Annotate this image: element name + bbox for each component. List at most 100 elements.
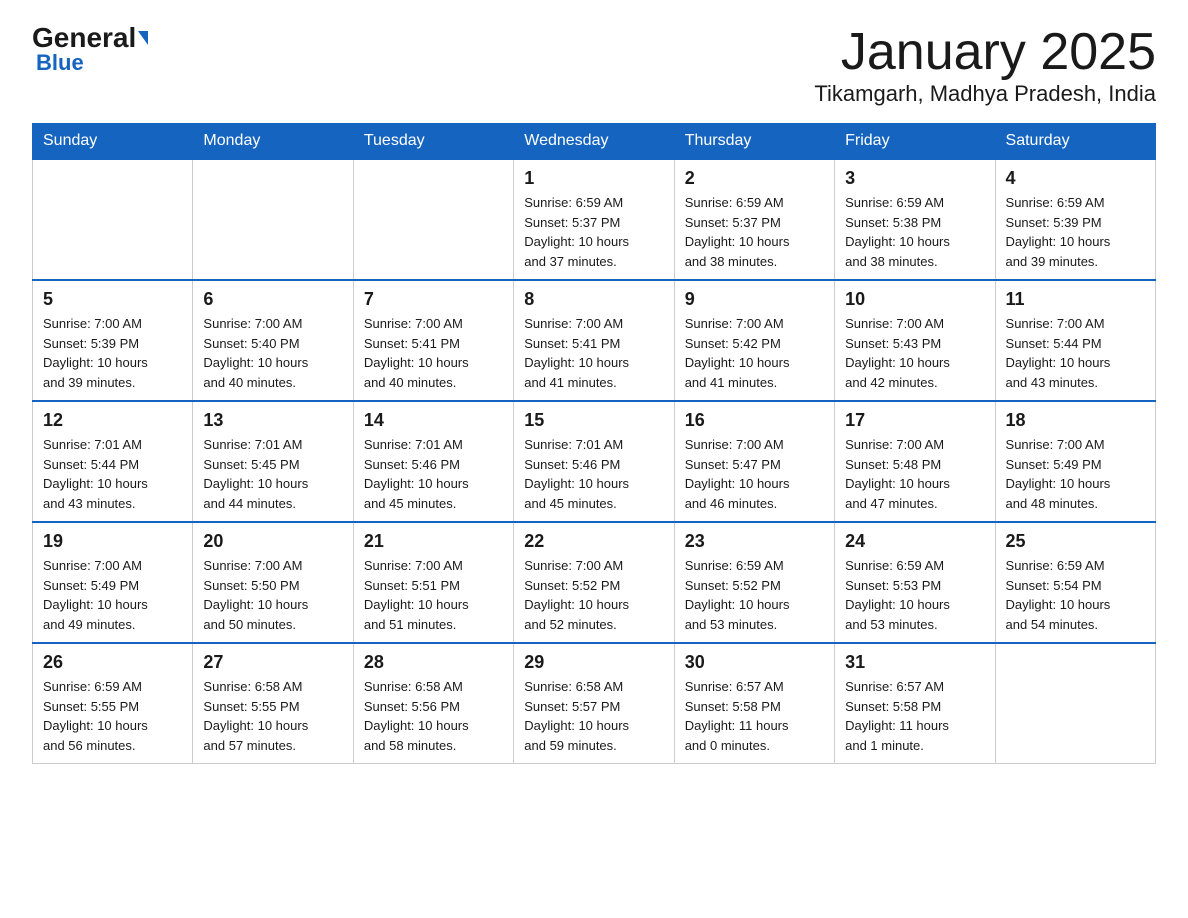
table-row [193, 159, 353, 280]
day-number: 25 [1006, 531, 1145, 552]
calendar-subtitle: Tikamgarh, Madhya Pradesh, India [814, 81, 1156, 107]
day-number: 6 [203, 289, 342, 310]
day-number: 19 [43, 531, 182, 552]
day-info: Sunrise: 6:59 AM Sunset: 5:37 PM Dayligh… [524, 193, 663, 271]
calendar-week-row: 26 Sunrise: 6:59 AM Sunset: 5:55 PM Dayli… [33, 643, 1156, 764]
table-row: 5 Sunrise: 7:00 AM Sunset: 5:39 PM Daylig… [33, 280, 193, 401]
day-number: 10 [845, 289, 984, 310]
day-number: 12 [43, 410, 182, 431]
day-number: 15 [524, 410, 663, 431]
day-info: Sunrise: 6:59 AM Sunset: 5:54 PM Dayligh… [1006, 556, 1145, 634]
day-number: 11 [1006, 289, 1145, 310]
table-row [33, 159, 193, 280]
day-info: Sunrise: 6:58 AM Sunset: 5:55 PM Dayligh… [203, 677, 342, 755]
table-row: 3 Sunrise: 6:59 AM Sunset: 5:38 PM Daylig… [835, 159, 995, 280]
day-number: 5 [43, 289, 182, 310]
day-number: 31 [845, 652, 984, 673]
header-saturday: Saturday [995, 124, 1155, 160]
day-info: Sunrise: 7:00 AM Sunset: 5:39 PM Dayligh… [43, 314, 182, 392]
header-sunday: Sunday [33, 124, 193, 160]
day-number: 26 [43, 652, 182, 673]
page-header: General Blue January 2025 Tikamgarh, Mad… [32, 24, 1156, 107]
logo-blue-text: Blue [36, 50, 84, 76]
day-info: Sunrise: 7:00 AM Sunset: 5:51 PM Dayligh… [364, 556, 503, 634]
header-tuesday: Tuesday [353, 124, 513, 160]
table-row: 1 Sunrise: 6:59 AM Sunset: 5:37 PM Daylig… [514, 159, 674, 280]
calendar-header-row: Sunday Monday Tuesday Wednesday Thursday… [33, 124, 1156, 160]
calendar-week-row: 12 Sunrise: 7:01 AM Sunset: 5:44 PM Dayli… [33, 401, 1156, 522]
day-info: Sunrise: 7:00 AM Sunset: 5:50 PM Dayligh… [203, 556, 342, 634]
table-row: 20 Sunrise: 7:00 AM Sunset: 5:50 PM Dayli… [193, 522, 353, 643]
calendar-title: January 2025 [814, 24, 1156, 81]
day-number: 2 [685, 168, 824, 189]
day-info: Sunrise: 7:00 AM Sunset: 5:49 PM Dayligh… [43, 556, 182, 634]
table-row: 21 Sunrise: 7:00 AM Sunset: 5:51 PM Dayli… [353, 522, 513, 643]
day-info: Sunrise: 7:01 AM Sunset: 5:46 PM Dayligh… [364, 435, 503, 513]
day-number: 23 [685, 531, 824, 552]
day-info: Sunrise: 7:00 AM Sunset: 5:41 PM Dayligh… [364, 314, 503, 392]
logo-general-text: General [32, 24, 136, 52]
table-row: 14 Sunrise: 7:01 AM Sunset: 5:46 PM Dayli… [353, 401, 513, 522]
table-row: 9Sunrise: 7:00 AM Sunset: 5:42 PM Daylig… [674, 280, 834, 401]
day-number: 14 [364, 410, 503, 431]
day-info: Sunrise: 7:00 AM Sunset: 5:44 PM Dayligh… [1006, 314, 1145, 392]
day-number: 1 [524, 168, 663, 189]
table-row: 30 Sunrise: 6:57 AM Sunset: 5:58 PM Dayli… [674, 643, 834, 764]
day-number: 16 [685, 410, 824, 431]
table-row: 28 Sunrise: 6:58 AM Sunset: 5:56 PM Dayli… [353, 643, 513, 764]
day-number: 13 [203, 410, 342, 431]
title-block: January 2025 Tikamgarh, Madhya Pradesh, … [814, 24, 1156, 107]
header-friday: Friday [835, 124, 995, 160]
table-row: 11 Sunrise: 7:00 AM Sunset: 5:44 PM Dayli… [995, 280, 1155, 401]
logo-arrow-icon [138, 31, 148, 45]
day-info: Sunrise: 7:01 AM Sunset: 5:44 PM Dayligh… [43, 435, 182, 513]
day-info: Sunrise: 6:57 AM Sunset: 5:58 PM Dayligh… [685, 677, 824, 755]
day-number: 4 [1006, 168, 1145, 189]
table-row: 15Sunrise: 7:01 AM Sunset: 5:46 PM Dayli… [514, 401, 674, 522]
table-row: 4 Sunrise: 6:59 AM Sunset: 5:39 PM Daylig… [995, 159, 1155, 280]
day-number: 27 [203, 652, 342, 673]
table-row: 18Sunrise: 7:00 AM Sunset: 5:49 PM Dayli… [995, 401, 1155, 522]
day-number: 18 [1006, 410, 1145, 431]
table-row: 31 Sunrise: 6:57 AM Sunset: 5:58 PM Dayli… [835, 643, 995, 764]
day-info: Sunrise: 7:00 AM Sunset: 5:42 PM Dayligh… [685, 314, 824, 392]
table-row: 6 Sunrise: 7:00 AM Sunset: 5:40 PM Daylig… [193, 280, 353, 401]
table-row [995, 643, 1155, 764]
table-row: 16Sunrise: 7:00 AM Sunset: 5:47 PM Dayli… [674, 401, 834, 522]
day-info: Sunrise: 7:00 AM Sunset: 5:43 PM Dayligh… [845, 314, 984, 392]
day-number: 3 [845, 168, 984, 189]
day-number: 17 [845, 410, 984, 431]
day-info: Sunrise: 7:00 AM Sunset: 5:40 PM Dayligh… [203, 314, 342, 392]
header-monday: Monday [193, 124, 353, 160]
calendar-table: Sunday Monday Tuesday Wednesday Thursday… [32, 123, 1156, 764]
logo: General Blue [32, 24, 148, 76]
day-info: Sunrise: 6:57 AM Sunset: 5:58 PM Dayligh… [845, 677, 984, 755]
table-row: 25 Sunrise: 6:59 AM Sunset: 5:54 PM Dayli… [995, 522, 1155, 643]
day-info: Sunrise: 6:59 AM Sunset: 5:39 PM Dayligh… [1006, 193, 1145, 271]
day-info: Sunrise: 6:59 AM Sunset: 5:38 PM Dayligh… [845, 193, 984, 271]
day-number: 21 [364, 531, 503, 552]
day-number: 30 [685, 652, 824, 673]
day-info: Sunrise: 7:00 AM Sunset: 5:41 PM Dayligh… [524, 314, 663, 392]
header-wednesday: Wednesday [514, 124, 674, 160]
table-row: 27 Sunrise: 6:58 AM Sunset: 5:55 PM Dayli… [193, 643, 353, 764]
day-info: Sunrise: 6:59 AM Sunset: 5:55 PM Dayligh… [43, 677, 182, 755]
day-info: Sunrise: 6:58 AM Sunset: 5:56 PM Dayligh… [364, 677, 503, 755]
day-info: Sunrise: 6:59 AM Sunset: 5:52 PM Dayligh… [685, 556, 824, 634]
day-info: Sunrise: 6:59 AM Sunset: 5:53 PM Dayligh… [845, 556, 984, 634]
day-number: 8 [524, 289, 663, 310]
day-info: Sunrise: 7:00 AM Sunset: 5:52 PM Dayligh… [524, 556, 663, 634]
day-info: Sunrise: 7:01 AM Sunset: 5:45 PM Dayligh… [203, 435, 342, 513]
day-number: 24 [845, 531, 984, 552]
table-row: 17Sunrise: 7:00 AM Sunset: 5:48 PM Dayli… [835, 401, 995, 522]
day-number: 29 [524, 652, 663, 673]
table-row: 26 Sunrise: 6:59 AM Sunset: 5:55 PM Dayli… [33, 643, 193, 764]
day-number: 22 [524, 531, 663, 552]
day-number: 28 [364, 652, 503, 673]
table-row: 8 Sunrise: 7:00 AM Sunset: 5:41 PM Daylig… [514, 280, 674, 401]
calendar-week-row: 19 Sunrise: 7:00 AM Sunset: 5:49 PM Dayli… [33, 522, 1156, 643]
table-row: 19 Sunrise: 7:00 AM Sunset: 5:49 PM Dayli… [33, 522, 193, 643]
day-number: 20 [203, 531, 342, 552]
table-row: 29Sunrise: 6:58 AM Sunset: 5:57 PM Dayli… [514, 643, 674, 764]
table-row: 23 Sunrise: 6:59 AM Sunset: 5:52 PM Dayli… [674, 522, 834, 643]
